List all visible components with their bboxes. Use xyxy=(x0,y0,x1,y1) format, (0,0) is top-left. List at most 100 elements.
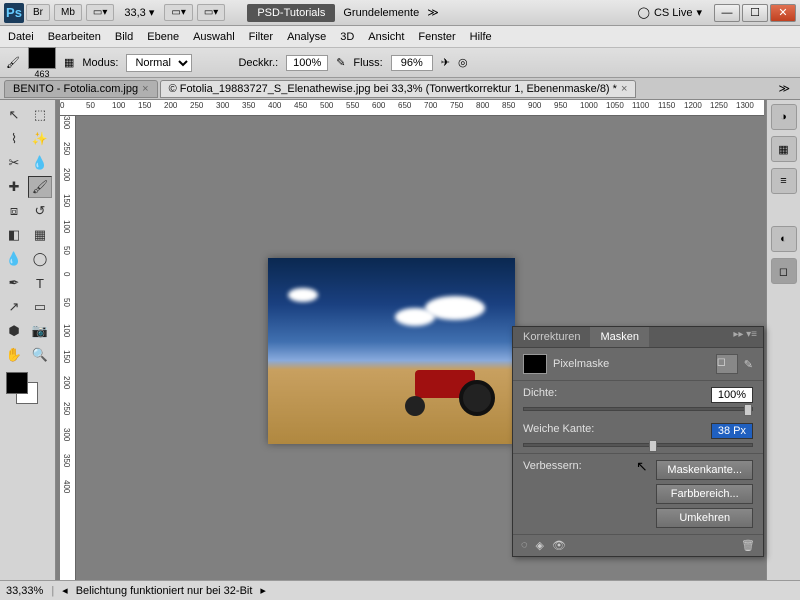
cslive-label[interactable]: CS Live xyxy=(654,7,693,19)
delete-mask-icon[interactable]: 🗑 xyxy=(741,539,755,552)
mask-thumbnail[interactable] xyxy=(523,354,547,374)
minibridge-button[interactable]: Mb xyxy=(54,4,82,21)
menu-ebene[interactable]: Ebene xyxy=(147,31,179,43)
move-tool[interactable]: ↖ xyxy=(2,104,26,126)
menu-bild[interactable]: Bild xyxy=(115,31,133,43)
type-tool[interactable]: T xyxy=(28,272,52,294)
maximize-button[interactable]: ☐ xyxy=(742,4,768,22)
density-slider[interactable] xyxy=(523,407,753,411)
color-swatches[interactable] xyxy=(2,372,53,408)
heal-tool[interactable]: ✚ xyxy=(2,176,26,198)
opacity-input[interactable] xyxy=(286,55,328,71)
menu-auswahl[interactable]: Auswahl xyxy=(193,31,235,43)
apply-mask-icon[interactable]: ◈ xyxy=(536,539,544,552)
toolbox: ↖⬚ ⌇✨ ✂💧 ✚🖌 ⧈↺ ◧▦ 💧◯ ✒T ↗▭ ⬢📷 ✋🔍 xyxy=(0,100,56,580)
menu-3d[interactable]: 3D xyxy=(340,31,354,43)
history-brush-tool[interactable]: ↺ xyxy=(28,200,52,222)
screen-button[interactable]: ▭▾ xyxy=(197,4,225,21)
menu-analyse[interactable]: Analyse xyxy=(287,31,326,43)
flow-input[interactable] xyxy=(391,55,433,71)
layers-panel-icon[interactable]: ≡ xyxy=(771,168,797,194)
adjustments-panel-icon[interactable]: ◐ xyxy=(771,226,797,252)
workspace-subtitle[interactable]: Grundelemente xyxy=(343,7,419,19)
panel-menu-icon[interactable]: ▸▸ ▾≡ xyxy=(727,327,763,347)
zoom-display[interactable]: 33,3 ▾ xyxy=(124,6,154,19)
feather-slider[interactable] xyxy=(523,443,753,447)
wand-tool[interactable]: ✨ xyxy=(28,128,52,150)
brush-panel-icon[interactable]: ▦ xyxy=(64,56,74,69)
opacity-pressure-icon[interactable]: ✎ xyxy=(336,56,345,69)
lasso-tool[interactable]: ⌇ xyxy=(2,128,26,150)
stamp-tool[interactable]: ⧈ xyxy=(2,200,26,222)
layout-button[interactable]: ▭▾ xyxy=(86,4,114,21)
refine-label: Verbessern: xyxy=(523,460,646,528)
dodge-tool[interactable]: ◯ xyxy=(28,248,52,270)
status-zoom[interactable]: 33,33% xyxy=(6,585,43,597)
crop-tool[interactable]: ✂ xyxy=(2,152,26,174)
ruler-horizontal[interactable]: 0501001502002503003504004505005506006507… xyxy=(60,100,764,116)
workspace-badge[interactable]: PSD-Tutorials xyxy=(247,4,335,22)
menu-ansicht[interactable]: Ansicht xyxy=(368,31,404,43)
close-button[interactable]: ✕ xyxy=(770,4,796,22)
camera-tool[interactable]: 📷 xyxy=(28,320,52,342)
blur-tool[interactable]: 💧 xyxy=(2,248,26,270)
status-next-icon[interactable]: ▸ xyxy=(260,584,266,597)
path-tool[interactable]: ↗ xyxy=(2,296,26,318)
marquee-tool[interactable]: ⬚ xyxy=(28,104,52,126)
tablet-pressure-icon[interactable]: ◎ xyxy=(458,56,468,69)
doc-tab-2[interactable]: © Fotolia_19883727_S_Elenathewise.jpg be… xyxy=(160,80,637,98)
minimize-button[interactable]: — xyxy=(714,4,740,22)
invert-button[interactable]: Umkehren xyxy=(656,508,753,528)
masks-tab[interactable]: Masken xyxy=(590,327,649,347)
3d-tool[interactable]: ⬢ xyxy=(2,320,26,342)
foreground-color[interactable] xyxy=(6,372,28,394)
bridge-button[interactable]: Br xyxy=(26,4,50,21)
menu-bar: Datei Bearbeiten Bild Ebene Auswahl Filt… xyxy=(0,26,800,48)
density-value[interactable]: 100% xyxy=(711,387,753,403)
brush-preview[interactable] xyxy=(28,47,56,69)
ruler-vertical[interactable]: 3002502001501005005010015020025030035040… xyxy=(60,116,76,580)
cslive-icon[interactable]: ◯ xyxy=(638,6,650,19)
workspace: ↖⬚ ⌇✨ ✂💧 ✚🖌 ⧈↺ ◧▦ 💧◯ ✒T ↗▭ ⬢📷 ✋🔍 0501001… xyxy=(0,100,800,580)
document-tabs: BENITO - Fotolia.com.jpg× © Fotolia_1988… xyxy=(0,78,800,100)
swatches-panel-icon[interactable]: ▦ xyxy=(771,136,797,162)
vector-mask-button[interactable]: ✎ xyxy=(744,358,753,371)
zoom-tool[interactable]: 🔍 xyxy=(28,344,52,366)
mode-select[interactable]: Normal xyxy=(126,54,192,72)
view-button[interactable]: ▭▾ xyxy=(164,4,192,21)
feather-value[interactable]: 38 Px xyxy=(711,423,753,439)
brush-size: 463 xyxy=(34,69,49,79)
color-range-button[interactable]: Farbbereich... xyxy=(656,484,753,504)
menu-filter[interactable]: Filter xyxy=(249,31,273,43)
doc-tab-1[interactable]: BENITO - Fotolia.com.jpg× xyxy=(4,80,158,98)
eraser-tool[interactable]: ◧ xyxy=(2,224,26,246)
brush-tool[interactable]: 🖌 xyxy=(28,176,52,198)
title-bar: Ps Br Mb ▭▾ 33,3 ▾ ▭▾ ▭▾ PSD-Tutorials G… xyxy=(0,0,800,26)
canvas-image[interactable] xyxy=(268,258,515,444)
status-prev-icon[interactable]: ◂ xyxy=(62,584,68,597)
load-selection-icon[interactable]: ◌ xyxy=(521,539,528,552)
hand-tool[interactable]: ✋ xyxy=(2,344,26,366)
close-tab-icon[interactable]: × xyxy=(621,83,627,95)
tabs-more-icon[interactable]: ≫ xyxy=(772,80,796,97)
menu-fenster[interactable]: Fenster xyxy=(418,31,455,43)
close-tab-icon[interactable]: × xyxy=(142,83,148,95)
masks-panel: Korrekturen Masken ▸▸ ▾≡ Pixelmaske ◻ ✎ … xyxy=(512,326,764,557)
airbrush-icon[interactable]: ✈ xyxy=(441,56,450,69)
menu-bearbeiten[interactable]: Bearbeiten xyxy=(48,31,101,43)
flow-label: Fluss: xyxy=(353,57,382,69)
mask-edge-button[interactable]: Maskenkante... xyxy=(656,460,753,480)
pixel-mask-button[interactable]: ◻ xyxy=(716,354,738,374)
menu-datei[interactable]: Datei xyxy=(8,31,34,43)
disable-mask-icon[interactable]: 👁 xyxy=(552,539,566,552)
tool-preset-icon[interactable]: 🖌 xyxy=(6,56,20,69)
menu-hilfe[interactable]: Hilfe xyxy=(470,31,492,43)
gradient-tool[interactable]: ▦ xyxy=(28,224,52,246)
more-icon[interactable]: ≫ xyxy=(427,6,439,19)
shape-tool[interactable]: ▭ xyxy=(28,296,52,318)
masks-panel-icon[interactable]: ◻ xyxy=(771,258,797,284)
color-panel-icon[interactable]: ◑ xyxy=(771,104,797,130)
eyedropper-tool[interactable]: 💧 xyxy=(28,152,52,174)
pen-tool[interactable]: ✒ xyxy=(2,272,26,294)
corrections-tab[interactable]: Korrekturen xyxy=(513,327,590,347)
